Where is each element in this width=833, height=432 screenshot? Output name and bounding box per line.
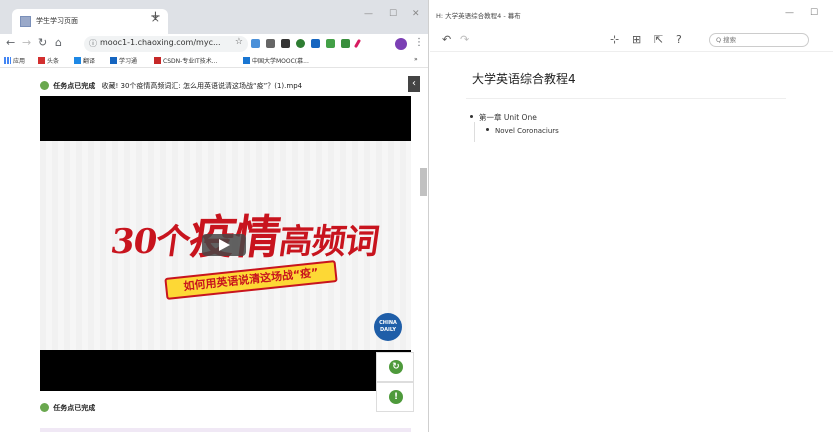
video-player[interactable]: 30个疫情高频词 如何用英语说清这场战“疫” CHINA DAILY bbox=[40, 96, 411, 391]
bookmark-star-icon[interactable]: ☆ bbox=[235, 37, 243, 47]
home-icon[interactable]: ⌂ bbox=[55, 36, 62, 49]
extension-icon[interactable] bbox=[341, 39, 350, 48]
share-icon[interactable]: ⇱ bbox=[654, 33, 663, 46]
task-status: 任务点已完成 bbox=[53, 82, 96, 90]
side-tool-refresh[interactable]: ↻ bbox=[376, 352, 414, 382]
app-maximize-button[interactable]: ☐ bbox=[810, 8, 818, 18]
maximize-button[interactable]: ☐ bbox=[389, 9, 397, 19]
browser-menu-icon[interactable]: ⋮ bbox=[414, 37, 424, 48]
next-task-preview bbox=[40, 428, 411, 432]
collapse-arrow-icon[interactable]: ‹ bbox=[408, 76, 420, 92]
mindmap-icon[interactable]: ⊹ bbox=[610, 33, 619, 46]
forward-arrow-icon[interactable]: → bbox=[22, 36, 31, 49]
video-title: 收藏! 30个疫情高频词汇: 怎么用英语说清这场战“疫”？(1).mp4 bbox=[101, 82, 303, 90]
extension-icon[interactable] bbox=[353, 38, 362, 49]
profile-avatar[interactable] bbox=[395, 38, 407, 50]
minimize-button[interactable]: — bbox=[364, 9, 373, 19]
poster-headline: 30个疫情高频词 bbox=[108, 210, 382, 264]
china-daily-logo: CHINA DAILY bbox=[374, 313, 402, 341]
bookmarks-bar: 应用 头条 翻译 学习通 CSDN-专业IT技术... 中国大学MOOC(慕..… bbox=[0, 54, 428, 68]
app-title-bar: H: 大学英语综合教程4 - 幕布 — ☐ bbox=[430, 0, 833, 28]
task-header: 任务点已完成 收藏! 30个疫情高频词汇: 怎么用英语说清这场战“疫”？(1).… bbox=[40, 81, 302, 91]
address-bar[interactable]: ⓘ mooc1-1.chaoxing.com/myc... ☆ bbox=[84, 36, 248, 52]
extension-icon[interactable] bbox=[296, 39, 305, 48]
bookmark-icourse[interactable]: 中国大学MOOC(慕... bbox=[243, 56, 309, 65]
site-info-icon[interactable]: ⓘ bbox=[89, 38, 97, 49]
task-header: 任务点已完成 bbox=[40, 403, 95, 413]
extension-icon[interactable] bbox=[266, 39, 275, 48]
tab-bar: 学生学习页面 × + — ☐ ✕ bbox=[0, 0, 428, 34]
title-divider bbox=[466, 98, 786, 99]
task-status: 任务点已完成 bbox=[53, 404, 96, 412]
url-text: mooc1-1.chaoxing.com/myc... bbox=[100, 38, 221, 47]
browser-toolbar: ← → ↻ ⌂ ⓘ mooc1-1.chaoxing.com/myc... ☆ … bbox=[0, 34, 428, 54]
bookmark-apps[interactable]: 应用 bbox=[4, 56, 25, 65]
redo-icon[interactable]: ↷ bbox=[460, 33, 469, 46]
extension-icon[interactable] bbox=[281, 39, 290, 48]
search-input[interactable]: Q 搜索 bbox=[709, 33, 809, 47]
undo-icon[interactable]: ↶ bbox=[442, 33, 451, 46]
bookmark-translate[interactable]: 翻译 bbox=[74, 56, 95, 65]
video-poster: 30个疫情高频词 如何用英语说清这场战“疫” CHINA DAILY bbox=[40, 141, 411, 350]
task-complete-icon bbox=[40, 403, 49, 412]
xuexitong-icon bbox=[110, 57, 117, 64]
tab-student-study[interactable]: 学生学习页面 × bbox=[12, 9, 168, 34]
page-favicon-icon bbox=[20, 16, 31, 27]
mubu-app-window: H: 大学英语综合教程4 - 幕布 — ☐ ↶ ↷ ⊹ ⊞ ⇱ ? Q 搜索 大… bbox=[430, 0, 833, 432]
page-content: 任务点已完成 收藏! 30个疫情高频词汇: 怎么用英语说清这场战“疫”？(1).… bbox=[0, 68, 428, 432]
help-icon[interactable]: ? bbox=[676, 33, 682, 46]
task-complete-icon bbox=[40, 81, 49, 90]
play-button[interactable] bbox=[202, 234, 246, 256]
close-window-button[interactable]: ✕ bbox=[412, 9, 420, 19]
reload-icon[interactable]: ↻ bbox=[38, 36, 47, 49]
document-title[interactable]: 大学英语综合教程4 bbox=[472, 70, 576, 87]
image-icon[interactable]: ⊞ bbox=[632, 33, 641, 46]
app-toolbar: ↶ ↷ ⊹ ⊞ ⇱ ? Q 搜索 bbox=[430, 28, 833, 52]
node-text: Novel Coronaciurs bbox=[495, 127, 559, 135]
outline-node-level1[interactable]: 第一章 Unit One bbox=[470, 112, 537, 123]
apps-grid-icon bbox=[4, 57, 11, 64]
app-window-title: H: 大学英语综合教程4 - 幕布 bbox=[436, 12, 521, 20]
new-tab-button[interactable]: + bbox=[150, 9, 161, 24]
alert-icon: ! bbox=[389, 390, 403, 404]
bookmarks-overflow[interactable]: » bbox=[414, 56, 418, 63]
outline-node-level2[interactable]: Novel Coronaciurs bbox=[486, 127, 559, 135]
bookmark-csdn[interactable]: CSDN-专业IT技术... bbox=[154, 56, 217, 65]
translate-icon bbox=[74, 57, 81, 64]
csdn-icon bbox=[154, 57, 161, 64]
side-tool-info[interactable]: ! bbox=[376, 382, 414, 412]
node-text: 第一章 Unit One bbox=[479, 113, 537, 122]
outline-branch-line bbox=[474, 122, 475, 142]
extension-icon[interactable] bbox=[326, 39, 335, 48]
extension-icon[interactable] bbox=[251, 39, 260, 48]
bullet-icon[interactable] bbox=[470, 115, 473, 118]
back-arrow-icon[interactable]: ← bbox=[6, 36, 15, 49]
bookmark-toutiao[interactable]: 头条 bbox=[38, 56, 59, 65]
tab-title: 学生学习页面 bbox=[36, 17, 78, 25]
extension-icon[interactable] bbox=[311, 39, 320, 48]
app-minimize-button[interactable]: — bbox=[785, 8, 794, 18]
bookmark-xuexitong[interactable]: 学习通 bbox=[110, 56, 137, 65]
browser-window: 学生学习页面 × + — ☐ ✕ ← → ↻ ⌂ ⓘ mooc1-1.chaox… bbox=[0, 0, 429, 432]
bullet-icon[interactable] bbox=[486, 128, 489, 131]
refresh-icon: ↻ bbox=[389, 360, 403, 374]
toutiao-icon bbox=[38, 57, 45, 64]
mooc-icon bbox=[243, 57, 250, 64]
scrollbar-thumb[interactable] bbox=[420, 168, 427, 196]
